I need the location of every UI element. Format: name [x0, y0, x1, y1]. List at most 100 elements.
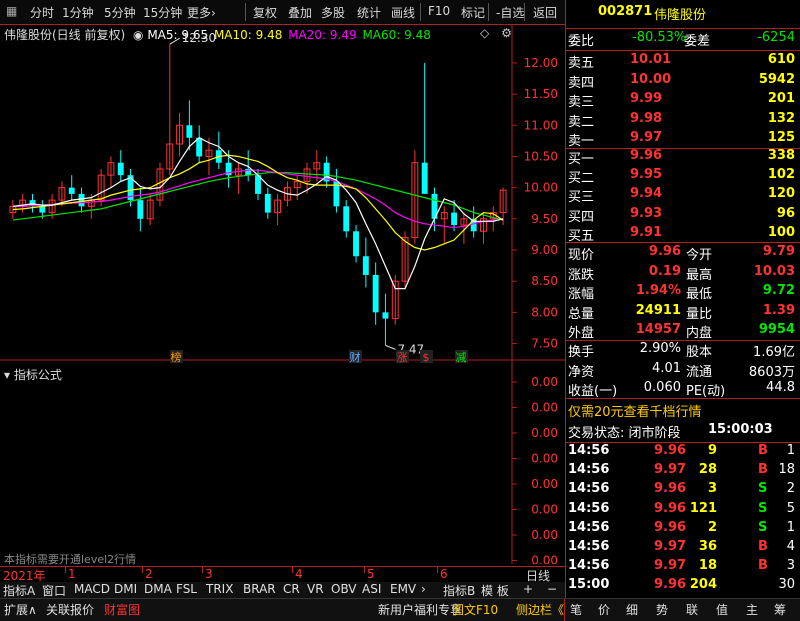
tick-count: 18 — [778, 462, 795, 478]
indicator-tab-14[interactable]: 指标B — [443, 582, 475, 599]
tick-volume: 9 — [707, 443, 717, 458]
toolbar-item-10[interactable]: F10 — [428, 4, 450, 18]
event-marker: $ — [423, 351, 430, 364]
indicator-tab-5[interactable]: FSL — [176, 582, 197, 596]
tick-row: 14:56 9.97 18 B 3 — [568, 558, 799, 577]
tick-time: 14:56 — [568, 558, 610, 574]
indicator-header[interactable]: ▾ 指标公式 — [4, 366, 62, 383]
stock-header: 002871 伟隆股份 — [568, 4, 799, 23]
bottom-tab-5[interactable]: 侧边栏《 — [516, 601, 564, 618]
toolbar-item-12[interactable]: -自选 — [496, 4, 524, 21]
promo-row[interactable]: 仅需20元查看千档行情 — [568, 401, 799, 420]
indicator-tab-4[interactable]: DMA — [144, 582, 172, 596]
tick-time: 14:56 — [568, 500, 610, 516]
toolbar-item-0[interactable]: 分时 — [30, 4, 54, 21]
ask-label: 卖二 — [568, 114, 595, 130]
y-tick-label: 11.00 — [524, 118, 558, 132]
indicator-tabs: 指标A 窗口 MACD DMI DMA FSL TRIX BRAR CR VR OBV ASI EMV ›… — [0, 582, 565, 598]
ask-row[interactable]: 卖四 10.00 5942 — [568, 72, 799, 91]
bottom-tab-2[interactable]: 财富图 — [104, 601, 140, 618]
tick-side: S — [758, 481, 768, 497]
bid-volume: 102 — [767, 167, 795, 183]
timeline-label: 1 — [68, 567, 76, 581]
bid-row[interactable]: 买四 9.93 96 — [568, 206, 799, 225]
indicator-tab-11[interactable]: ASI — [362, 582, 381, 596]
ask-row[interactable]: 卖二 9.98 132 — [568, 111, 799, 130]
toolbar-item-2[interactable]: 5分钟 — [104, 4, 136, 21]
toolbar-item-1[interactable]: 1分钟 — [62, 4, 94, 21]
tick-volume: 204 — [689, 577, 717, 593]
trade-status: 交易状态: 闭市阶段 — [568, 426, 681, 441]
stat-row: 涨幅 1.94% 最低 9.72 — [568, 283, 799, 302]
bottom-tab-3[interactable]: 新用户福利专享 — [378, 601, 462, 618]
indicator-tab-3[interactable]: DMI — [114, 582, 137, 596]
indicator-tab-15[interactable]: 模 板 — [481, 582, 509, 599]
ask-price: 9.97 — [630, 130, 663, 146]
tick-row: 14:56 9.96 9 B 1 — [568, 443, 799, 462]
event-marker: 涨 — [397, 351, 408, 364]
indicator-tab-2[interactable]: MACD — [74, 582, 110, 596]
stock-name: 伟隆股份 — [654, 8, 707, 23]
bid-price: 9.95 — [630, 167, 663, 183]
candle-body — [451, 212, 458, 226]
bottom-tab-0[interactable]: 扩展∧ — [4, 601, 37, 618]
indicator-tab-8[interactable]: CR — [283, 582, 300, 596]
timeline-tick — [292, 567, 293, 573]
bid-row[interactable]: 买二 9.95 102 — [568, 167, 799, 186]
indicator-tab-10[interactable]: OBV — [331, 582, 357, 596]
toolbar-item-5[interactable]: 复权 — [253, 4, 277, 21]
toolbar-item-13[interactable]: 返回 — [533, 4, 557, 21]
bottom-tab-1[interactable]: 关联报价 — [46, 601, 94, 618]
toolbar-item-3[interactable]: 15分钟 — [143, 4, 182, 21]
toolbar-item-7[interactable]: 多股 — [321, 4, 345, 21]
bid-row[interactable]: 买三 9.94 120 — [568, 186, 799, 205]
stat-label: 现价 — [568, 248, 595, 263]
stat-row: 总量 24911 量比 1.39 — [568, 303, 799, 322]
bid-row[interactable]: 买一 9.96 338 — [568, 148, 799, 167]
tick-price: 9.97 — [654, 539, 687, 554]
stat-value: 8603万 — [748, 364, 795, 380]
toolbar-item-4[interactable]: 更多› — [187, 4, 216, 21]
indicator-tab-16[interactable]: + — [523, 582, 533, 596]
toolbar-item-8[interactable]: 统计 — [357, 4, 381, 21]
toolbar-separator — [524, 3, 525, 21]
ask-row[interactable]: 卖五 10.01 610 — [568, 52, 799, 71]
tick-count: 3 — [786, 558, 795, 574]
ask-row[interactable]: 卖一 9.97 125 — [568, 130, 799, 149]
indicator-tab-1[interactable]: 窗口 — [42, 582, 66, 599]
chevron-down-icon[interactable]: ▾ — [4, 368, 10, 382]
indicator-tab-6[interactable]: TRIX — [206, 582, 233, 596]
indicator-tab-12[interactable]: EMV — [390, 582, 416, 596]
timeline-tick — [364, 567, 365, 573]
y-tick-label: 7.50 — [531, 337, 558, 351]
ask-label: 卖四 — [568, 75, 595, 91]
indicator-tab-13[interactable]: › — [421, 582, 426, 596]
event-marker: 减 — [456, 351, 467, 364]
toolbar-item-6[interactable]: 叠加 — [288, 4, 312, 21]
indicator-tab-0[interactable]: 指标A — [3, 582, 35, 599]
kline-chart-area[interactable]: 伟隆股份(日线 前复权) ◉ MA5: 9.65 MA10: 9.48 MA20… — [0, 24, 565, 566]
stat-value: 10.03 — [753, 263, 795, 279]
timeline-tick — [437, 567, 438, 573]
toolbar-item-11[interactable]: 标记 — [461, 4, 485, 21]
toolbar-item-9[interactable]: 画线 — [391, 4, 415, 21]
tick-count: 1 — [786, 519, 795, 535]
tick-time: 14:56 — [568, 443, 610, 458]
bid-row[interactable]: 买五 9.91 100 — [568, 225, 799, 244]
tick-row: 15:00 9.96 204 30 — [568, 577, 799, 596]
indicator-tab-17[interactable]: − — [547, 582, 557, 596]
weicha-label: 委差 — [684, 34, 711, 49]
bottom-tab-4[interactable]: 图文F10 — [452, 601, 498, 618]
indicator-tab-7[interactable]: BRAR — [243, 582, 276, 596]
tick-row: 14:56 9.96 121 S 5 — [568, 501, 799, 520]
promo-link[interactable]: 仅需20元查看千档行情 — [568, 401, 702, 420]
bottom-tabs: 扩展∧ 关联报价 财富图 新用户福利专享 图文F10 侧边栏《笔价细势联值主筹 — [0, 598, 800, 621]
stat-value: 1.39 — [762, 302, 795, 318]
ask-row[interactable]: 卖三 9.99 201 — [568, 91, 799, 110]
tick-side: B — [758, 443, 768, 458]
grid-menu-icon[interactable]: ▦ — [6, 4, 17, 18]
indicator-tab-9[interactable]: VR — [307, 582, 324, 596]
bid-price: 9.93 — [630, 205, 663, 221]
low-mark-pointer — [385, 344, 396, 350]
stat-value: 9.79 — [762, 244, 795, 259]
